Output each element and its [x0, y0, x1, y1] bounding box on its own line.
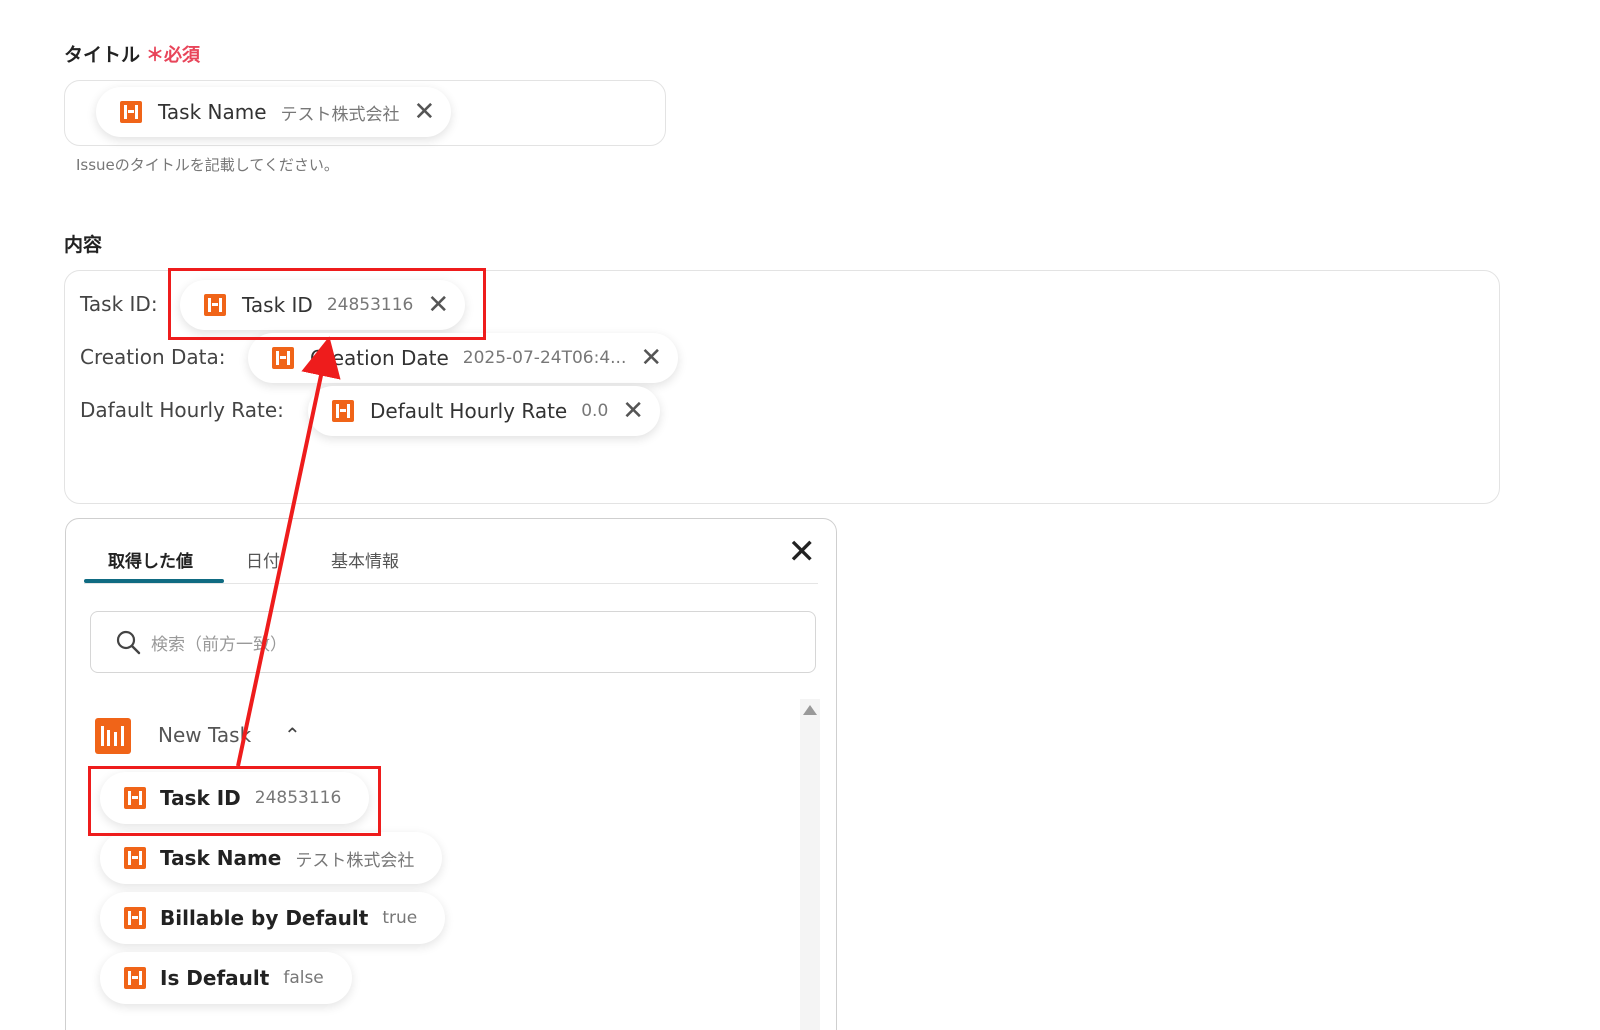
- annotation-arrow: [236, 336, 341, 767]
